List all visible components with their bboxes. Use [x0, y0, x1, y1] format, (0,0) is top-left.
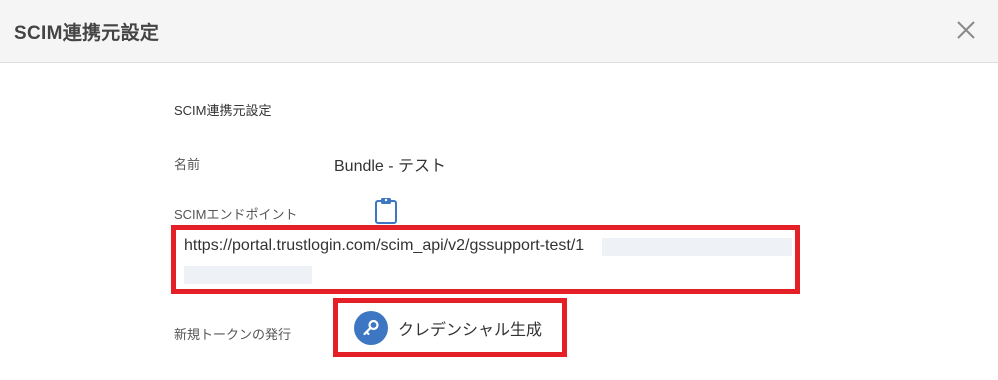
generate-highlight-box: クレデンシャル生成	[333, 298, 567, 357]
section-title: SCIM連携元設定	[174, 103, 272, 118]
generate-credential-label: クレデンシャル生成	[398, 322, 543, 339]
redaction-mask	[602, 238, 792, 256]
endpoint-url[interactable]: https://portal.trustlogin.com/scim_api/v…	[184, 237, 584, 255]
redaction-mask	[184, 266, 312, 284]
token-label: 新規トークンの発行	[174, 327, 292, 342]
generate-credential-button[interactable]: クレデンシャル生成	[354, 311, 542, 345]
name-label: 名前	[174, 157, 201, 172]
dialog-header: SCIM連携元設定	[0, 0, 998, 63]
key-icon	[354, 311, 388, 345]
dialog-title: SCIM連携元設定	[14, 23, 160, 44]
name-value: Bundle - テスト	[334, 158, 447, 175]
close-icon[interactable]	[955, 19, 977, 41]
endpoint-highlight-box: https://portal.trustlogin.com/scim_api/v…	[171, 225, 800, 294]
clipboard-icon[interactable]	[374, 197, 398, 225]
endpoint-label: SCIMエンドポイント	[174, 207, 298, 222]
